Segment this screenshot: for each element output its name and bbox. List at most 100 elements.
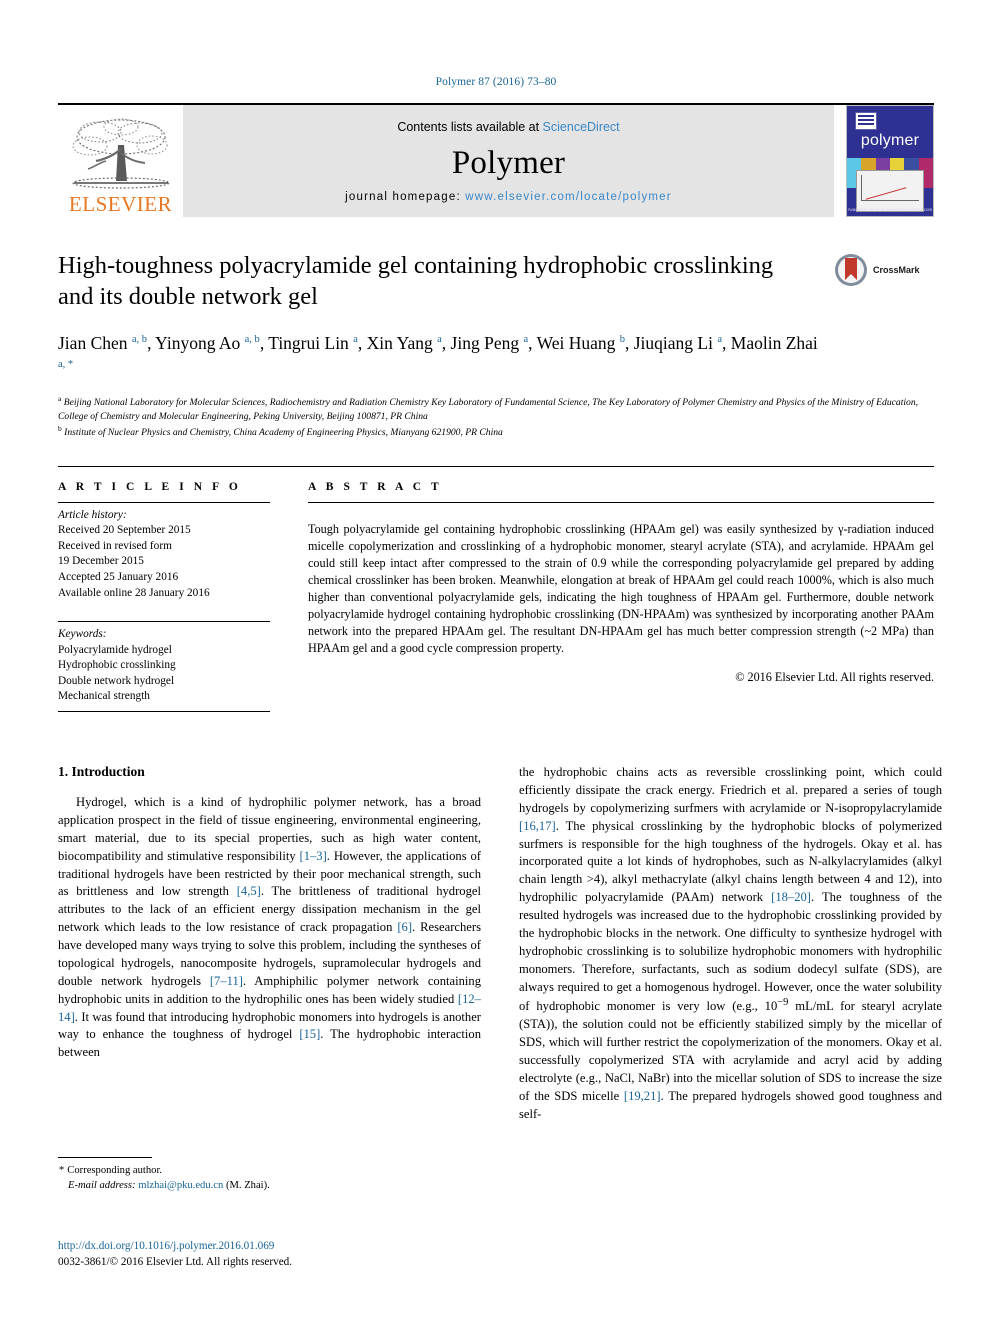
abstract-column: A B S T R A C T Tough polyacrylamide gel… xyxy=(308,481,934,712)
author-name: Xin Yang xyxy=(366,332,438,353)
footnote-rule xyxy=(58,1157,152,1158)
section-heading-introduction: 1. Introduction xyxy=(58,764,145,780)
journal-masthead: ELSEVIER Contents lists available at Sci… xyxy=(58,103,934,217)
doi-block: http://dx.doi.org/10.1016/j.polymer.2016… xyxy=(58,1238,558,1270)
doi-link[interactable]: http://dx.doi.org/10.1016/j.polymer.2016… xyxy=(58,1238,558,1254)
author-affiliation-mark: a, b xyxy=(131,333,148,345)
cover-publisher-badge-icon xyxy=(855,112,877,130)
citation-ref[interactable]: [19,21] xyxy=(624,1089,661,1103)
author-name: Jian Chen xyxy=(58,332,132,353)
corresponding-author-star: * xyxy=(59,1165,65,1176)
cover-figure-inset xyxy=(856,170,924,212)
affiliation-a-mark: a xyxy=(58,394,62,404)
corresponding-author-note: * Corresponding author. xyxy=(58,1163,481,1178)
citation-ref[interactable]: [7–11] xyxy=(210,974,243,988)
abstract-copyright: © 2016 Elsevier Ltd. All rights reserved… xyxy=(735,669,934,684)
author-name: Maolin Zhai xyxy=(730,332,818,353)
elsevier-wordmark: ELSEVIER xyxy=(68,192,173,216)
homepage-prefix: journal homepage: xyxy=(345,191,466,203)
author-affiliation-mark: a, b xyxy=(244,333,260,345)
affiliation-b: b Institute of Nuclear Physics and Chemi… xyxy=(58,424,934,440)
issn-copyright-line: 0032-3861/© 2016 Elsevier Ltd. All right… xyxy=(58,1256,293,1269)
elsevier-logo: ELSEVIER xyxy=(58,105,183,217)
email-link[interactable]: mlzhai@pku.edu.cn xyxy=(138,1180,223,1191)
article-info-column: A R T I C L E I N F O Article history: R… xyxy=(58,480,270,713)
keywords-label: Keywords: xyxy=(58,628,107,641)
crossmark-badge[interactable]: CrossMark xyxy=(834,253,934,287)
author-name: Jing Peng xyxy=(450,332,524,353)
journal-cover-thumbnail: polymer Available online at www.scienced… xyxy=(846,105,934,217)
article-history-item: Available online 28 January 2016 xyxy=(58,586,210,599)
page-title: High-toughness polyacrylamide gel contai… xyxy=(58,252,774,310)
email-suffix: (M. Zhai). xyxy=(225,1180,270,1192)
author-affiliation-mark: b xyxy=(619,333,625,345)
contents-prefix: Contents lists available at xyxy=(397,120,543,134)
affiliation-b-mark: b xyxy=(58,423,62,433)
citation-ref[interactable]: [6] xyxy=(397,920,412,934)
article-history-item: 19 December 2015 xyxy=(58,555,144,568)
left-column: 1. Introduction Hydrogel, which is a kin… xyxy=(58,764,481,1124)
keywords-bottom-rule xyxy=(58,711,270,713)
citation-ref[interactable]: [12–14] xyxy=(58,992,481,1024)
article-history-list: Received 20 September 2015 Received in re… xyxy=(58,523,270,601)
right-column: the hydrophobic chains acts as reversibl… xyxy=(519,764,942,1124)
article-history-label: Article history: xyxy=(58,508,127,521)
intro-paragraph-right: the hydrophobic chains acts as reversibl… xyxy=(519,765,942,1121)
journal-homepage-line: journal homepage: www.elsevier.com/locat… xyxy=(345,191,672,203)
author-affiliation-mark: a xyxy=(437,333,442,345)
article-history-block: Article history: Received 20 September 2… xyxy=(58,503,270,601)
keywords-block: Keywords: Polyacrylamide hydrogel Hydroph… xyxy=(58,622,270,711)
author-name: Tingrui Lin xyxy=(268,332,354,353)
affiliation-a-text: Beijing National Laboratory for Molecula… xyxy=(58,397,919,423)
author-list: Jian Chen a, b, Yinyong Ao a, b, Tingrui… xyxy=(58,332,818,371)
email-note: E-mail address: mlzhai@pku.edu.cn (M. Zh… xyxy=(58,1178,481,1193)
corresponding-author-text: Corresponding author. xyxy=(67,1165,163,1176)
affiliations: a Beijing National Laboratory for Molecu… xyxy=(58,394,934,439)
citation-ref[interactable]: [1–3] xyxy=(300,849,327,863)
keyword-item: Double network hydrogel xyxy=(58,674,175,687)
author-name: Jiuqiang Li xyxy=(633,332,718,353)
journal-title: Polymer xyxy=(451,145,566,181)
body-columns: 1. Introduction Hydrogel, which is a kin… xyxy=(58,764,942,1124)
keyword-item: Hydrophobic crosslinking xyxy=(58,659,176,672)
abstract-text: Tough polyacrylamide gel containing hydr… xyxy=(308,521,934,656)
crossmark-label: CrossMark xyxy=(873,265,920,275)
keyword-item: Polyacrylamide hydrogel xyxy=(58,643,172,656)
intro-paragraph-left: Hydrogel, which is a kind of hydrophilic… xyxy=(58,795,481,1060)
keywords-list: Polyacrylamide hydrogel Hydrophobic cross… xyxy=(58,643,270,705)
crossmark-icon xyxy=(835,254,867,286)
journal-band: Contents lists available at ScienceDirec… xyxy=(183,105,834,217)
sciencedirect-link[interactable]: ScienceDirect xyxy=(543,120,620,134)
article-info-heading: A R T I C L E I N F O xyxy=(58,480,242,493)
running-head: Polymer 87 (2016) 73–80 xyxy=(435,76,557,88)
author-affiliation-mark: a xyxy=(523,333,529,345)
citation-ref[interactable]: [18–20] xyxy=(771,890,811,904)
affiliation-a: a Beijing National Laboratory for Molecu… xyxy=(58,394,934,423)
affiliation-b-text: Institute of Nuclear Physics and Chemist… xyxy=(64,427,503,439)
author-affiliation-mark: a xyxy=(353,333,358,345)
contents-available-line: Contents lists available at ScienceDirec… xyxy=(397,120,619,134)
abstract-heading: A B S T R A C T xyxy=(308,480,443,493)
abstract-rule xyxy=(308,501,934,503)
article-page: Polymer 87 (2016) 73–80 ELSEVIER Content… xyxy=(0,0,992,1323)
elsevier-tree-icon xyxy=(71,118,170,189)
info-abstract-section: A R T I C L E I N F O Article history: R… xyxy=(58,465,934,713)
article-history-item: Received in revised form xyxy=(58,539,172,552)
cover-journal-title: polymer xyxy=(860,132,920,149)
journal-homepage-link[interactable]: www.elsevier.com/locate/polymer xyxy=(465,191,672,203)
title-block: CrossMark High-toughness polyacrylamide … xyxy=(58,251,934,440)
author-name: Wei Huang xyxy=(536,332,620,353)
cover-footer-text: Available online at www.sciencedirect.co… xyxy=(847,207,933,212)
superscript: −9 xyxy=(777,997,789,1009)
author-name: Yinyong Ao xyxy=(155,332,245,353)
author-affiliation-mark: a, * xyxy=(58,359,74,371)
email-label: E-mail address: xyxy=(68,1180,136,1192)
footnote-block: * Corresponding author. E-mail address: m… xyxy=(58,1157,481,1193)
article-history-item: Received 20 September 2015 xyxy=(58,524,191,537)
article-history-item: Accepted 25 January 2016 xyxy=(58,570,179,583)
citation-ref[interactable]: [16,17] xyxy=(519,819,556,833)
keyword-item: Mechanical strength xyxy=(58,690,150,703)
citation-ref[interactable]: [4,5] xyxy=(237,884,261,898)
citation-ref[interactable]: [15] xyxy=(299,1027,320,1041)
author-affiliation-mark: a xyxy=(717,333,723,345)
